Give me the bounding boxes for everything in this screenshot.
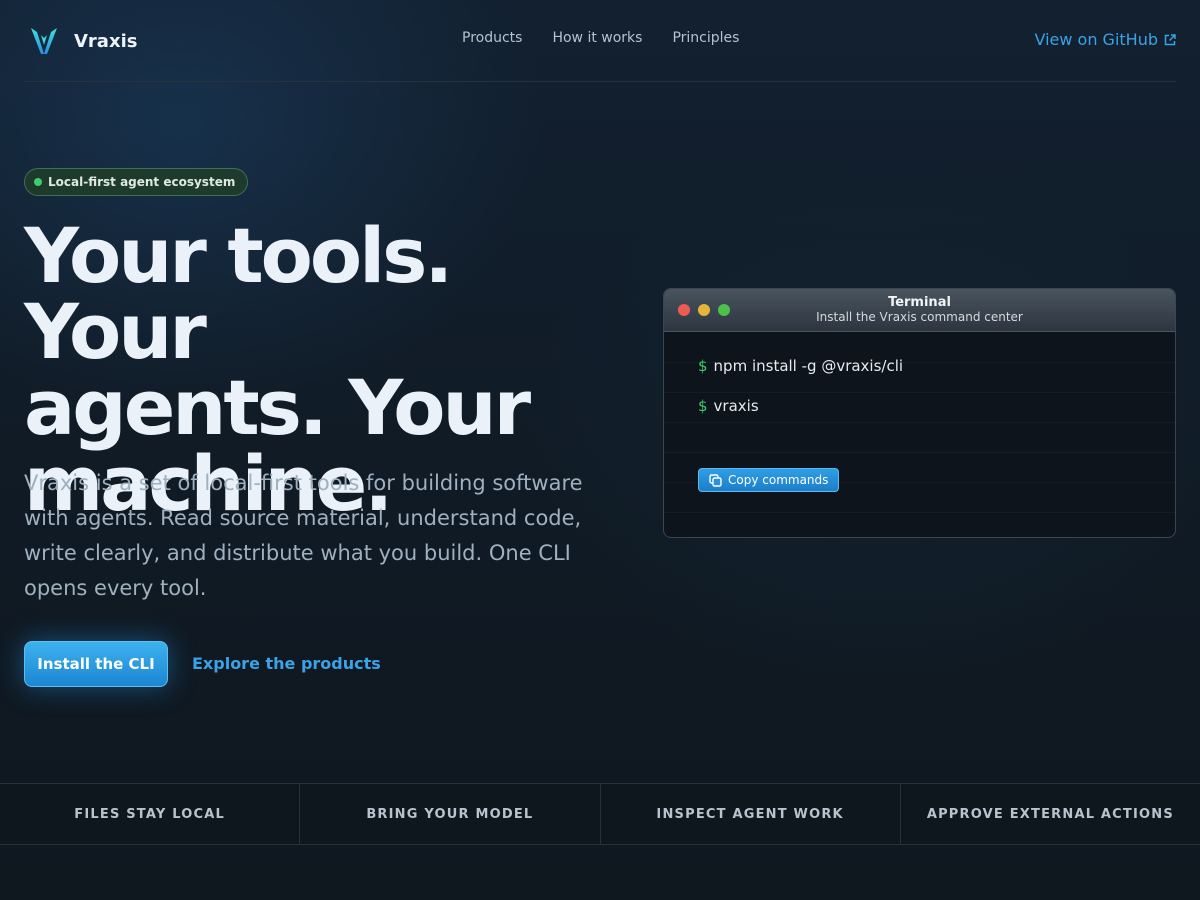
feature-approve-external-actions: APPROVE EXTERNAL ACTIONS	[926, 806, 1174, 822]
feature-strip: FILES STAY LOCAL BRING YOUR MODEL INSPEC…	[0, 783, 1200, 845]
terminal-subtitle: Install the Vraxis command center	[816, 310, 1023, 324]
github-link[interactable]: View on GitHub	[1034, 30, 1176, 49]
hero-title-line: Your tools. Your	[24, 211, 453, 376]
site-header: Vraxis Products How it works Principles …	[24, 0, 1176, 82]
feature-bring-your-model: BRING YOUR MODEL	[300, 784, 601, 844]
install-cli-button[interactable]: Install the CLI	[24, 641, 168, 687]
command-text: npm install -g @vraxis/cli	[713, 357, 904, 375]
main-nav: Products How it works Principles	[462, 30, 739, 46]
copy-icon	[709, 473, 722, 487]
github-link-label: View on GitHub	[1034, 30, 1158, 49]
nav-item-products[interactable]: Products	[462, 30, 522, 46]
copy-commands-label: Copy commands	[728, 473, 829, 487]
hero-badge-label: Local-first agent ecosystem	[48, 175, 236, 189]
terminal-window: Terminal Install the Vraxis command cent…	[663, 288, 1176, 538]
terminal-command: $ npm install -g @vraxis/cli	[698, 357, 903, 375]
command-text: vraxis	[713, 397, 759, 415]
hero-badge: Local-first agent ecosystem	[24, 168, 249, 196]
prompt-symbol: $	[698, 357, 708, 375]
status-dot-icon	[34, 178, 42, 186]
feature-inspect-agent-work: INSPECT AGENT WORK	[601, 784, 901, 844]
terminal-titlebar: Terminal Install the Vraxis command cent…	[664, 289, 1175, 332]
terminal-body: $ npm install -g @vraxis/cli $ vraxis Copy…	[664, 333, 1175, 537]
brand-name: Vraxis	[74, 30, 138, 52]
terminal-title: Terminal	[888, 295, 951, 310]
feature-files-stay-local: FILES STAY LOCAL	[0, 784, 301, 844]
nav-item-how-it-works[interactable]: How it works	[552, 30, 642, 46]
prompt-symbol: $	[698, 397, 708, 415]
hero-title-line: agents. Your	[24, 363, 531, 452]
vraxis-logo-icon	[31, 28, 57, 54]
terminal-command: $ vraxis	[698, 397, 759, 415]
external-link-icon	[1164, 33, 1176, 45]
copy-commands-button[interactable]: Copy commands	[698, 468, 840, 492]
explore-products-link[interactable]: Explore the products	[192, 654, 381, 673]
nav-item-principles[interactable]: Principles	[672, 30, 739, 46]
brand-home-link[interactable]: Vraxis	[30, 26, 137, 56]
hero-description: Vraxis is a set of local-first tools for…	[24, 471, 583, 600]
